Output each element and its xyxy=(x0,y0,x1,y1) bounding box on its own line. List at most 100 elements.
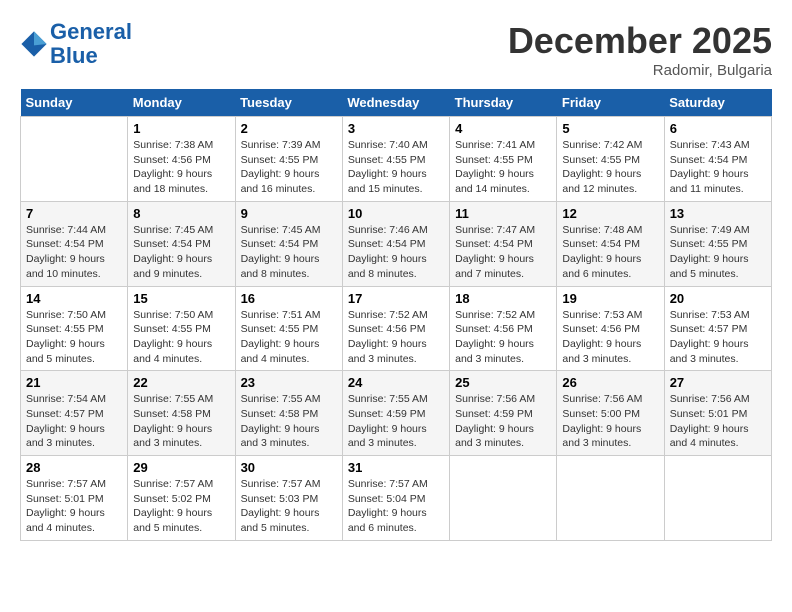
day-info: Sunrise: 7:39 AMSunset: 4:55 PMDaylight:… xyxy=(241,138,337,197)
day-cell: 10 Sunrise: 7:46 AMSunset: 4:54 PMDayligh… xyxy=(342,201,449,286)
day-cell: 3 Sunrise: 7:40 AMSunset: 4:55 PMDaylight… xyxy=(342,117,449,202)
header-saturday: Saturday xyxy=(664,89,771,117)
day-number: 9 xyxy=(241,206,337,221)
day-info: Sunrise: 7:53 AMSunset: 4:56 PMDaylight:… xyxy=(562,308,658,367)
day-info: Sunrise: 7:53 AMSunset: 4:57 PMDaylight:… xyxy=(670,308,766,367)
day-number: 6 xyxy=(670,121,766,136)
day-info: Sunrise: 7:41 AMSunset: 4:55 PMDaylight:… xyxy=(455,138,551,197)
week-row-4: 21Sunrise: 7:54 AMSunset: 4:57 PMDayligh… xyxy=(21,371,772,456)
header-friday: Friday xyxy=(557,89,664,117)
calendar-table: SundayMondayTuesdayWednesdayThursdayFrid… xyxy=(20,89,772,541)
day-number: 3 xyxy=(348,121,444,136)
day-number: 28 xyxy=(26,460,122,475)
day-info: Sunrise: 7:55 AMSunset: 4:59 PMDaylight:… xyxy=(348,392,444,451)
header-monday: Monday xyxy=(128,89,235,117)
day-info: Sunrise: 7:40 AMSunset: 4:55 PMDaylight:… xyxy=(348,138,444,197)
day-info: Sunrise: 7:57 AMSunset: 5:01 PMDaylight:… xyxy=(26,477,122,536)
day-info: Sunrise: 7:57 AMSunset: 5:03 PMDaylight:… xyxy=(241,477,337,536)
day-cell: 4 Sunrise: 7:41 AMSunset: 4:55 PMDaylight… xyxy=(450,117,557,202)
day-number: 14 xyxy=(26,291,122,306)
logo: General Blue xyxy=(20,20,132,68)
day-number: 1 xyxy=(133,121,229,136)
day-number: 17 xyxy=(348,291,444,306)
location: Radomir, Bulgaria xyxy=(508,62,772,79)
day-info: Sunrise: 7:49 AMSunset: 4:55 PMDaylight:… xyxy=(670,223,766,282)
day-number: 19 xyxy=(562,291,658,306)
day-cell: 28 Sunrise: 7:57 AMSunset: 5:01 PMDayligh… xyxy=(21,456,128,541)
day-cell: 20 Sunrise: 7:53 AMSunset: 4:57 PMDayligh… xyxy=(664,286,771,371)
day-cell: 15 Sunrise: 7:50 AMSunset: 4:55 PMDayligh… xyxy=(128,286,235,371)
header-wednesday: Wednesday xyxy=(342,89,449,117)
day-cell xyxy=(450,456,557,541)
logo-line2: Blue xyxy=(50,43,98,68)
day-number: 12 xyxy=(562,206,658,221)
day-info: Sunrise: 7:42 AMSunset: 4:55 PMDaylight:… xyxy=(562,138,658,197)
week-row-3: 14 Sunrise: 7:50 AMSunset: 4:55 PMDayligh… xyxy=(21,286,772,371)
day-cell: 2 Sunrise: 7:39 AMSunset: 4:55 PMDaylight… xyxy=(235,117,342,202)
day-cell: 26 Sunrise: 7:56 AMSunset: 5:00 PMDayligh… xyxy=(557,371,664,456)
day-cell: 8Sunrise: 7:45 AMSunset: 4:54 PMDaylight… xyxy=(128,201,235,286)
day-cell: 7Sunrise: 7:44 AMSunset: 4:54 PMDaylight… xyxy=(21,201,128,286)
header-row: SundayMondayTuesdayWednesdayThursdayFrid… xyxy=(21,89,772,117)
day-number: 8 xyxy=(133,206,229,221)
day-number: 25 xyxy=(455,375,551,390)
day-cell: 9 Sunrise: 7:45 AMSunset: 4:54 PMDaylight… xyxy=(235,201,342,286)
day-cell: 29 Sunrise: 7:57 AMSunset: 5:02 PMDayligh… xyxy=(128,456,235,541)
day-cell: 21Sunrise: 7:54 AMSunset: 4:57 PMDayligh… xyxy=(21,371,128,456)
day-number: 11 xyxy=(455,206,551,221)
day-number: 5 xyxy=(562,121,658,136)
day-info: Sunrise: 7:43 AMSunset: 4:54 PMDaylight:… xyxy=(670,138,766,197)
day-number: 20 xyxy=(670,291,766,306)
day-number: 2 xyxy=(241,121,337,136)
day-number: 30 xyxy=(241,460,337,475)
day-number: 29 xyxy=(133,460,229,475)
day-info: Sunrise: 7:57 AMSunset: 5:02 PMDaylight:… xyxy=(133,477,229,536)
day-info: Sunrise: 7:46 AMSunset: 4:54 PMDaylight:… xyxy=(348,223,444,282)
day-number: 18 xyxy=(455,291,551,306)
day-info: Sunrise: 7:47 AMSunset: 4:54 PMDaylight:… xyxy=(455,223,551,282)
day-info: Sunrise: 7:55 AMSunset: 4:58 PMDaylight:… xyxy=(241,392,337,451)
day-cell: 14 Sunrise: 7:50 AMSunset: 4:55 PMDayligh… xyxy=(21,286,128,371)
day-number: 27 xyxy=(670,375,766,390)
day-info: Sunrise: 7:45 AMSunset: 4:54 PMDaylight:… xyxy=(241,223,337,282)
day-info: Sunrise: 7:54 AMSunset: 4:57 PMDaylight:… xyxy=(26,392,122,451)
day-info: Sunrise: 7:55 AMSunset: 4:58 PMDaylight:… xyxy=(133,392,229,451)
day-cell: 24 Sunrise: 7:55 AMSunset: 4:59 PMDayligh… xyxy=(342,371,449,456)
day-info: Sunrise: 7:56 AMSunset: 5:01 PMDaylight:… xyxy=(670,392,766,451)
week-row-2: 7Sunrise: 7:44 AMSunset: 4:54 PMDaylight… xyxy=(21,201,772,286)
month-title: December 2025 xyxy=(508,20,772,62)
day-info: Sunrise: 7:56 AMSunset: 4:59 PMDaylight:… xyxy=(455,392,551,451)
day-info: Sunrise: 7:52 AMSunset: 4:56 PMDaylight:… xyxy=(348,308,444,367)
day-cell: 18 Sunrise: 7:52 AMSunset: 4:56 PMDayligh… xyxy=(450,286,557,371)
header-thursday: Thursday xyxy=(450,89,557,117)
day-info: Sunrise: 7:52 AMSunset: 4:56 PMDaylight:… xyxy=(455,308,551,367)
day-number: 26 xyxy=(562,375,658,390)
day-cell: 17 Sunrise: 7:52 AMSunset: 4:56 PMDayligh… xyxy=(342,286,449,371)
day-number: 15 xyxy=(133,291,229,306)
day-number: 10 xyxy=(348,206,444,221)
week-row-5: 28 Sunrise: 7:57 AMSunset: 5:01 PMDayligh… xyxy=(21,456,772,541)
day-number: 4 xyxy=(455,121,551,136)
day-cell: 13 Sunrise: 7:49 AMSunset: 4:55 PMDayligh… xyxy=(664,201,771,286)
day-number: 23 xyxy=(241,375,337,390)
day-cell: 11 Sunrise: 7:47 AMSunset: 4:54 PMDayligh… xyxy=(450,201,557,286)
day-info: Sunrise: 7:50 AMSunset: 4:55 PMDaylight:… xyxy=(133,308,229,367)
day-cell: 5 Sunrise: 7:42 AMSunset: 4:55 PMDaylight… xyxy=(557,117,664,202)
logo-line1: General xyxy=(50,19,132,44)
day-cell: 27 Sunrise: 7:56 AMSunset: 5:01 PMDayligh… xyxy=(664,371,771,456)
header-tuesday: Tuesday xyxy=(235,89,342,117)
page-header: General Blue December 2025 Radomir, Bulg… xyxy=(20,20,772,79)
day-cell: 19 Sunrise: 7:53 AMSunset: 4:56 PMDayligh… xyxy=(557,286,664,371)
title-section: December 2025 Radomir, Bulgaria xyxy=(508,20,772,79)
day-info: Sunrise: 7:48 AMSunset: 4:54 PMDaylight:… xyxy=(562,223,658,282)
day-number: 13 xyxy=(670,206,766,221)
day-number: 24 xyxy=(348,375,444,390)
day-cell: 30 Sunrise: 7:57 AMSunset: 5:03 PMDayligh… xyxy=(235,456,342,541)
logo-icon xyxy=(20,30,48,58)
day-number: 31 xyxy=(348,460,444,475)
day-info: Sunrise: 7:51 AMSunset: 4:55 PMDaylight:… xyxy=(241,308,337,367)
day-info: Sunrise: 7:50 AMSunset: 4:55 PMDaylight:… xyxy=(26,308,122,367)
day-info: Sunrise: 7:57 AMSunset: 5:04 PMDaylight:… xyxy=(348,477,444,536)
day-cell xyxy=(21,117,128,202)
day-info: Sunrise: 7:56 AMSunset: 5:00 PMDaylight:… xyxy=(562,392,658,451)
